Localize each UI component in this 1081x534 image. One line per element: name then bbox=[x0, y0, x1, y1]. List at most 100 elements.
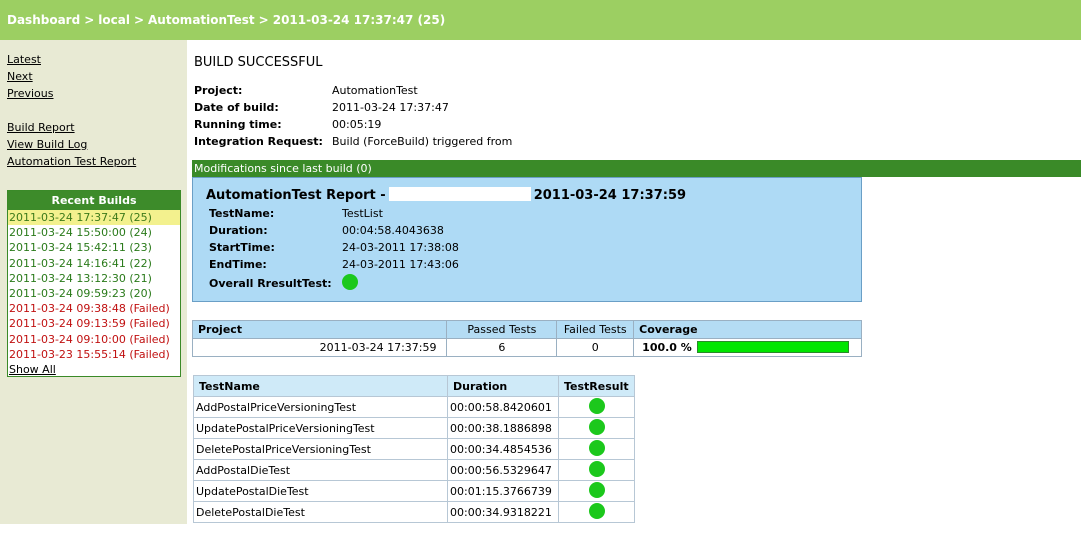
recent-build-item[interactable]: 2011-03-24 13:12:30 (21) bbox=[8, 271, 180, 286]
test-result-cell bbox=[558, 396, 635, 418]
test-name: UpdatePostalDieTest bbox=[193, 480, 448, 502]
starttime-label: StartTime: bbox=[209, 241, 275, 254]
recent-build-item[interactable]: 2011-03-24 14:16:41 (22) bbox=[8, 256, 180, 271]
endtime-value: 24-03-2011 17:43:06 bbox=[342, 258, 459, 271]
redacted-block bbox=[388, 187, 531, 201]
recent-builds-title: Recent Builds bbox=[8, 191, 180, 210]
test-name: AddPostalPriceVersioningTest bbox=[193, 396, 448, 418]
test-result-cell bbox=[558, 480, 635, 502]
recent-build-item[interactable]: 2011-03-24 09:59:23 (20) bbox=[8, 286, 180, 301]
test-result-cell bbox=[558, 459, 635, 481]
test-row: AddPostalPriceVersioningTest 00:00:58.842… bbox=[193, 396, 635, 418]
breadcrumb-dashboard[interactable]: Dashboard bbox=[7, 13, 80, 27]
col-passed-tests: Passed Tests bbox=[446, 320, 558, 339]
pass-status-icon bbox=[588, 502, 605, 519]
breadcrumb-server[interactable]: local bbox=[98, 13, 130, 27]
recent-build-item[interactable]: 2011-03-24 17:37:47 (25) bbox=[8, 210, 180, 226]
running-time-value: 00:05:19 bbox=[332, 118, 382, 131]
passed-count: 6 bbox=[446, 338, 558, 357]
top-bar: Dashboard > local > AutomationTest >2011-03-2… bbox=[0, 0, 1081, 40]
breadcrumb-project[interactable]: AutomationTest bbox=[148, 13, 255, 27]
pass-status-icon bbox=[588, 481, 605, 498]
breadcrumb-separator: > bbox=[133, 13, 144, 27]
test-duration: 00:00:34.4854536 bbox=[447, 438, 559, 460]
recent-build-item[interactable]: 2011-03-24 09:10:00 (Failed) bbox=[8, 332, 180, 347]
recent-build-item[interactable]: 2011-03-24 09:38:48 (Failed) bbox=[8, 301, 180, 316]
tests-header-row: TestName Duration TestResult bbox=[193, 375, 635, 397]
test-result-cell bbox=[558, 501, 635, 523]
recent-build-item[interactable]: 2011-03-24 09:13:59 (Failed) bbox=[8, 316, 180, 331]
show-all-link[interactable]: Show All bbox=[8, 362, 180, 377]
duration-label: Duration: bbox=[209, 224, 268, 237]
test-duration: 00:00:34.9318221 bbox=[447, 501, 559, 523]
report-title-prefix: AutomationTest Report - bbox=[206, 188, 386, 203]
testname-value: TestList bbox=[342, 207, 383, 220]
pass-status-icon bbox=[588, 439, 605, 456]
integration-request-value: Build (ForceBuild) triggered from bbox=[332, 135, 513, 148]
report-title: AutomationTest Report - 2011-03-24 17:37:… bbox=[206, 187, 686, 203]
coverage-table: Project Passed Tests Failed Tests Covera… bbox=[191, 320, 862, 357]
automation-report-box: AutomationTest Report - 2011-03-24 17:37:… bbox=[192, 177, 862, 302]
overall-result-label: Overall RresultTest: bbox=[209, 277, 332, 290]
report-title-date: 2011-03-24 17:37:59 bbox=[533, 188, 687, 203]
col-testresult: TestResult bbox=[558, 375, 635, 397]
test-duration: 00:00:38.1886898 bbox=[447, 417, 559, 439]
test-result-cell bbox=[558, 417, 635, 439]
test-name: DeletePostalPriceVersioningTest bbox=[193, 438, 448, 460]
recent-build-item[interactable]: 2011-03-23 15:55:14 (Failed) bbox=[8, 347, 180, 362]
date-value: 2011-03-24 17:37:47 bbox=[332, 101, 449, 114]
col-failed-tests: Failed Tests bbox=[556, 320, 635, 339]
test-duration: 00:01:15.3766739 bbox=[447, 480, 559, 502]
col-duration: Duration bbox=[447, 375, 559, 397]
test-row: DeletePostalDieTest 00:00:34.9318221 bbox=[193, 501, 635, 523]
build-report-link[interactable]: Build Report bbox=[7, 121, 75, 134]
recent-builds-list: 2011-03-24 17:37:47 (25) 2011-03-24 15:50… bbox=[8, 210, 180, 362]
previous-link[interactable]: Previous bbox=[7, 87, 54, 100]
coverage-header-row: Project Passed Tests Failed Tests Covera… bbox=[191, 320, 862, 339]
coverage-project-date: 2011-03-24 17:37:59 bbox=[191, 338, 448, 357]
modifications-bar: Modifications since last build (0) bbox=[192, 160, 1081, 177]
recent-build-item[interactable]: 2011-03-24 15:42:11 (23) bbox=[8, 240, 180, 255]
test-name: DeletePostalDieTest bbox=[193, 501, 448, 523]
test-row: DeletePostalPriceVersioningTest 00:00:34.… bbox=[193, 438, 635, 460]
col-coverage: Coverage bbox=[633, 320, 862, 339]
project-label: Project: bbox=[194, 84, 243, 97]
sidebar: Latest Next Previous Build Report View B… bbox=[0, 40, 187, 524]
date-label: Date of build: bbox=[194, 101, 279, 114]
recent-build-item[interactable]: 2011-03-24 15:50:00 (24) bbox=[8, 225, 180, 240]
recent-builds-panel: Recent Builds 2011-03-24 17:37:47 (25) 20… bbox=[7, 190, 181, 377]
integration-request-label: Integration Request: bbox=[194, 135, 323, 148]
next-link[interactable]: Next bbox=[7, 70, 33, 83]
coverage-percent: 100.0 % bbox=[642, 341, 692, 354]
test-name: UpdatePostalPriceVersioningTest bbox=[193, 417, 448, 439]
running-time-label: Running time: bbox=[194, 118, 282, 131]
test-result-cell bbox=[558, 438, 635, 460]
breadcrumb-separator: > bbox=[258, 13, 269, 27]
pass-status-icon bbox=[588, 460, 605, 477]
latest-link[interactable]: Latest bbox=[7, 53, 41, 66]
coverage-bar-fill bbox=[697, 342, 848, 352]
endtime-label: EndTime: bbox=[209, 258, 267, 271]
automation-test-report-link[interactable]: Automation Test Report bbox=[7, 155, 136, 168]
pass-status-icon bbox=[588, 397, 605, 414]
breadcrumb-separator: > bbox=[84, 13, 95, 27]
duration-value: 00:04:58.4043638 bbox=[342, 224, 444, 237]
tests-table: TestName Duration TestResult AddPostalPr… bbox=[193, 375, 635, 523]
overall-result-pass-icon bbox=[342, 274, 358, 290]
build-status-heading: BUILD SUCCESSFUL bbox=[194, 55, 323, 70]
test-row: UpdatePostalDieTest 00:01:15.3766739 bbox=[193, 480, 635, 502]
test-row: UpdatePostalPriceVersioningTest 00:00:38.… bbox=[193, 417, 635, 439]
coverage-bar bbox=[696, 341, 849, 353]
testname-label: TestName: bbox=[209, 207, 275, 220]
breadcrumb-build: 2011-03-24 17:37:47 (25) bbox=[272, 13, 446, 27]
failed-count: 0 bbox=[556, 338, 635, 357]
col-testname: TestName bbox=[193, 375, 448, 397]
starttime-value: 24-03-2011 17:38:08 bbox=[342, 241, 459, 254]
project-value: AutomationTest bbox=[332, 84, 418, 97]
coverage-row: 2011-03-24 17:37:59 6 0 100.0 % bbox=[191, 338, 862, 357]
view-build-log-link[interactable]: View Build Log bbox=[7, 138, 87, 151]
coverage-cell: 100.0 % bbox=[633, 338, 862, 357]
breadcrumb: Dashboard > local > AutomationTest >2011-03-2… bbox=[7, 13, 445, 27]
test-row: AddPostalDieTest 00:00:56.5329647 bbox=[193, 459, 635, 481]
test-name: AddPostalDieTest bbox=[193, 459, 448, 481]
